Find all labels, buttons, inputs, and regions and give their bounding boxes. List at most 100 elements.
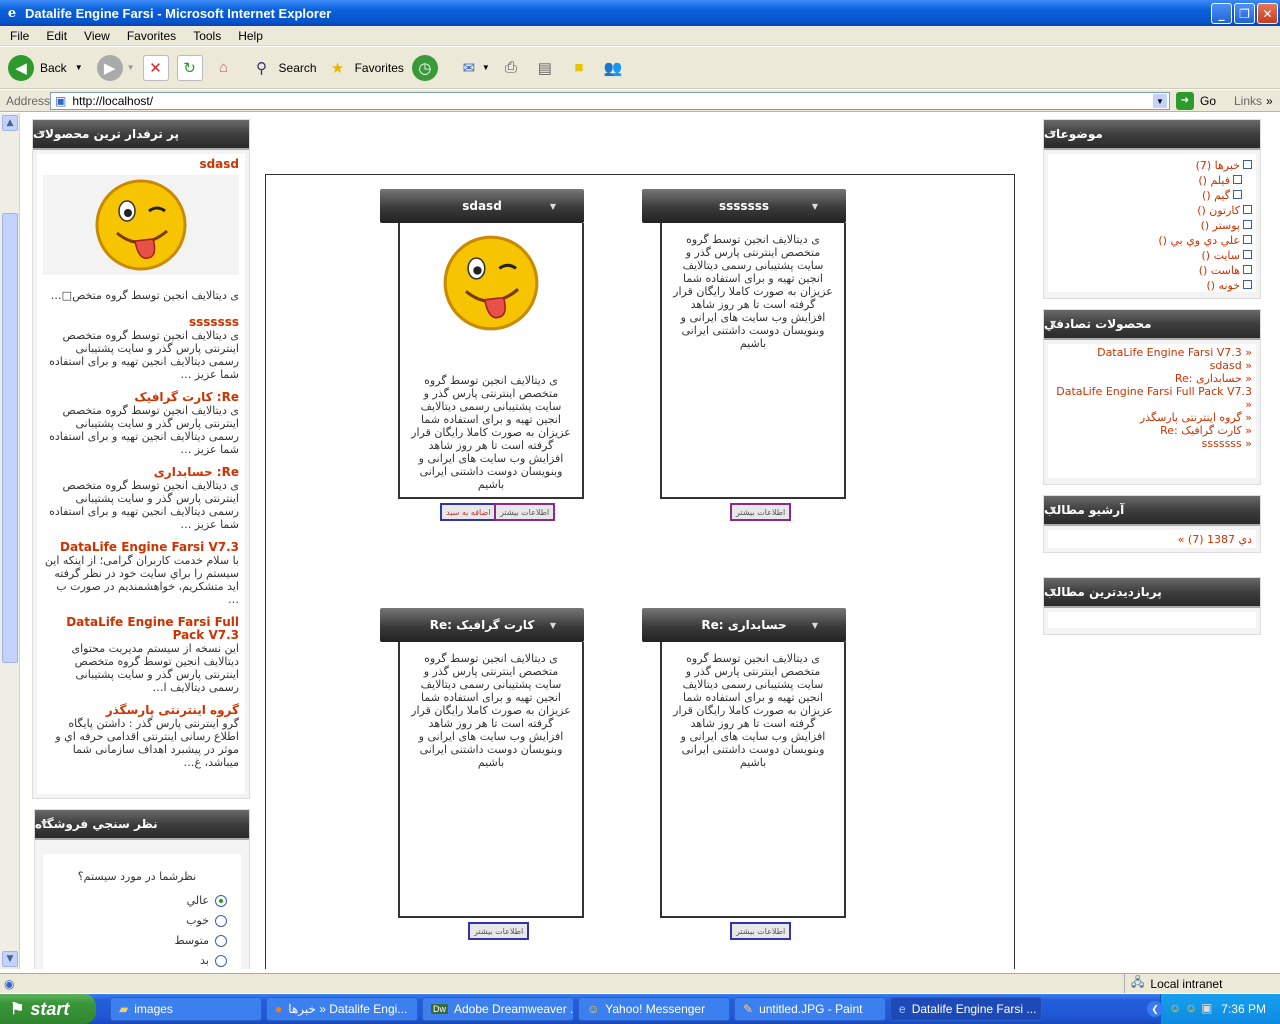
more-info-button[interactable]: اطلاعات بیشتر	[730, 503, 792, 521]
back-button[interactable]: ◀ Back ▼	[8, 54, 83, 81]
task-ie[interactable]: e Datalife Engine Farsi ...	[890, 997, 1042, 1021]
system-tray: ❮ ☺ ☺ ▣ 7:36 PM	[1147, 994, 1280, 1024]
print-button[interactable]: ⎙	[497, 54, 524, 81]
poll-option[interactable]: خوب	[43, 911, 227, 931]
poll-option[interactable]: بد	[43, 951, 227, 969]
more-info-button[interactable]: اطلاعات بیشتر	[494, 503, 556, 521]
close-button[interactable]: ✕	[1257, 3, 1278, 24]
random-link[interactable]: Re: حسابداری »	[1052, 372, 1252, 385]
edit-button[interactable]: ▤	[531, 54, 558, 81]
task-images[interactable]: ▰ images	[110, 997, 262, 1021]
yahoo-tray-icon[interactable]: ☺	[1185, 1001, 1197, 1015]
favorites-button[interactable]: ★ Favorites	[324, 54, 404, 81]
maximize-button[interactable]: ❐	[1234, 3, 1255, 24]
forward-button[interactable]: ▶ ▼	[96, 54, 135, 81]
network-tray-icon[interactable]: ▣	[1201, 1001, 1212, 1015]
box-header: محصولات تصادفي ▼	[1044, 310, 1260, 340]
tray-expand-icon[interactable]: ❮	[1147, 1001, 1163, 1017]
scroll-thumb[interactable]	[2, 213, 18, 663]
links-button[interactable]: Links	[1234, 94, 1262, 108]
task-paint[interactable]: ✎ untitled.JPG - Paint	[734, 997, 886, 1021]
category-link[interactable]: علي دي وي بي ()	[1052, 233, 1252, 248]
edit-page-icon: ▤	[531, 54, 558, 81]
messenger-button[interactable]: 👥	[599, 54, 626, 81]
toolbar: ◀ Back ▼ ▶ ▼ ✕ ↻ ⌂ ⚲ Search ★ Favorites …	[0, 47, 1280, 89]
menu-favorites[interactable]: Favorites	[117, 29, 183, 43]
chevron-down-icon: ▼	[126, 63, 135, 72]
random-link[interactable]: DataLife Engine Farsi V7.3 »	[1052, 346, 1252, 359]
menu-view[interactable]: View	[74, 29, 117, 43]
category-link[interactable]: فیلم ()	[1052, 173, 1252, 188]
category-link[interactable]: هاست ()	[1052, 263, 1252, 278]
menu-edit[interactable]: Edit	[36, 29, 74, 43]
random-link[interactable]: sssssss »	[1052, 437, 1252, 450]
box-header: پر ترفدار ترین محصولات ▼	[33, 120, 249, 150]
chevron-down-icon[interactable]: ▼	[1050, 587, 1056, 596]
random-link[interactable]: sdasd »	[1052, 359, 1252, 372]
category-link[interactable]: خونه ()	[1052, 278, 1252, 293]
chevron-down-icon[interactable]: ▼	[75, 63, 83, 72]
radio-button[interactable]	[215, 895, 227, 907]
chevron-down-icon[interactable]: ▼	[550, 202, 556, 211]
clock[interactable]: 7:36 PM	[1221, 1002, 1266, 1016]
chevron-right-icon[interactable]: »	[1266, 94, 1273, 108]
paint-icon: ✎	[743, 1002, 754, 1016]
task-dreamweaver[interactable]: Dw Adobe Dreamweaver ...	[422, 997, 574, 1021]
random-link[interactable]: DataLife Engine Farsi Full Pack V7.3 »	[1052, 385, 1252, 411]
home-button[interactable]: ⌂	[210, 54, 237, 81]
vertical-scrollbar[interactable]: ▲ ▼	[0, 113, 20, 969]
poll-option[interactable]: عالي	[43, 891, 227, 911]
ie-icon: e	[899, 1002, 906, 1016]
chevron-down-icon[interactable]: ▼	[41, 819, 47, 828]
category-link[interactable]: سایت ()	[1052, 248, 1252, 263]
history-button[interactable]: ◷	[411, 54, 438, 81]
category-link[interactable]: کارتون ()	[1052, 203, 1252, 218]
menu-help[interactable]: Help	[228, 29, 270, 43]
mail-button[interactable]: ✉ ▼	[455, 54, 490, 81]
go-button[interactable]: ➜ Go	[1176, 91, 1216, 110]
chevron-down-icon[interactable]: ▼	[39, 129, 45, 138]
more-info-button[interactable]: اطلاعات بیشتر	[730, 922, 792, 940]
scroll-down-icon[interactable]: ▼	[2, 951, 18, 967]
stop-icon: ✕	[142, 54, 169, 81]
category-link[interactable]: پوستر ()	[1052, 218, 1252, 233]
refresh-button[interactable]: ↻	[176, 54, 203, 81]
category-link[interactable]: خبرها (7)	[1052, 158, 1252, 173]
menu-tools[interactable]: Tools	[183, 29, 228, 43]
center-panel: sdasd ▼ ی دیتالایف انجین توسط گروه متخصص…	[265, 174, 1015, 969]
product-title-link[interactable]: sdasd	[43, 158, 239, 171]
archive-link[interactable]: دي 1387 (7) »	[1052, 532, 1252, 547]
chevron-down-icon[interactable]: ▼	[1050, 129, 1056, 138]
more-info-button[interactable]: اطلاعات بیشتر	[468, 922, 530, 940]
task-yahoo[interactable]: ☺ Yahoo! Messenger	[578, 997, 730, 1021]
discuss-button[interactable]: ■	[565, 54, 592, 81]
minimize-button[interactable]: _	[1211, 3, 1232, 24]
scroll-up-icon[interactable]: ▲	[2, 115, 18, 131]
radio-button[interactable]	[215, 915, 227, 927]
poll-option[interactable]: متوسط	[43, 931, 227, 951]
random-link[interactable]: گروه اینترنتی پارسگذر »	[1052, 411, 1252, 424]
address-input[interactable]: ▣ http://localhost/ ▼	[50, 92, 1170, 110]
search-button[interactable]: ⚲ Search	[248, 54, 317, 81]
task-firefox[interactable]: ● خبرها » Datalife Engi...	[266, 997, 418, 1021]
menu-file[interactable]: File	[0, 29, 36, 43]
category-link[interactable]: گیم ()	[1052, 188, 1252, 203]
radio-button[interactable]	[215, 935, 227, 947]
add-to-cart-button[interactable]: اضافه به سبد	[440, 503, 497, 521]
chevron-down-icon[interactable]: ▼	[812, 621, 818, 630]
topics-list: خبرها (7) فیلم () گیم () کارتون () پوستر…	[1048, 154, 1256, 292]
stop-button[interactable]: ✕	[142, 54, 169, 81]
address-bar: Address ▣ http://localhost/ ▼ ➜ Go Links…	[0, 90, 1280, 112]
start-button[interactable]: ⚑ start	[0, 994, 96, 1024]
chevron-down-icon[interactable]: ▼	[1050, 505, 1056, 514]
title-bar[interactable]: e Datalife Engine Farsi - Microsoft Inte…	[0, 0, 1280, 26]
product-image[interactable]	[43, 175, 239, 275]
chevron-down-icon[interactable]: ▼	[812, 202, 818, 211]
chevron-down-icon[interactable]: ▼	[1153, 94, 1167, 108]
messenger-tray-icon[interactable]: ☺	[1169, 1001, 1181, 1015]
chevron-down-icon[interactable]: ▼	[550, 621, 556, 630]
article-card: sdasd ▼ ی دیتالایف انجین توسط گروه متخصص…	[380, 189, 584, 529]
radio-button[interactable]	[215, 955, 227, 967]
chevron-down-icon[interactable]: ▼	[1050, 319, 1056, 328]
random-link[interactable]: Re: کارت گرافیک »	[1052, 424, 1252, 437]
